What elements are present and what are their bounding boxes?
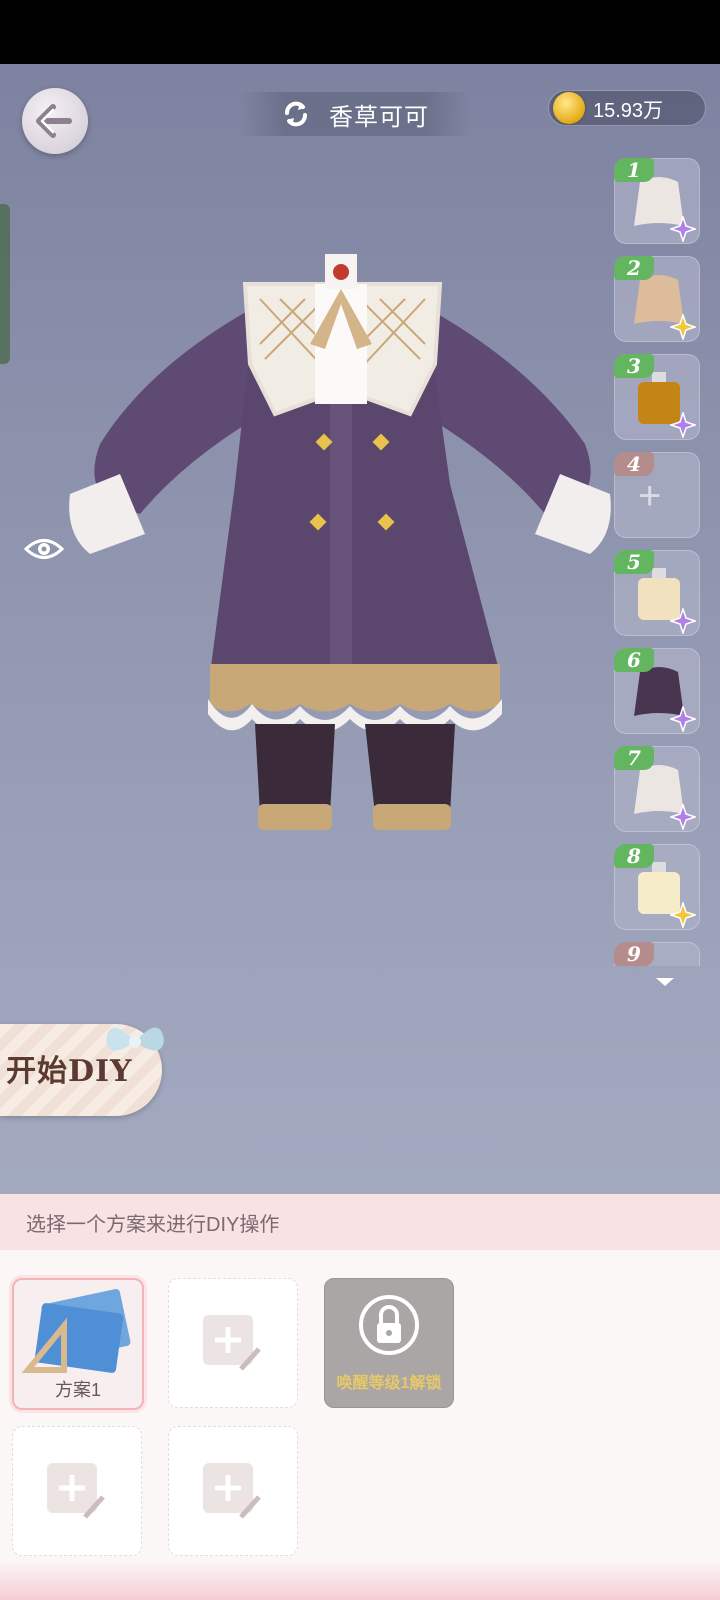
outfit-name: 香草可可 <box>329 103 429 131</box>
item-slot[interactable]: 6 <box>614 648 700 734</box>
yellow-flower-icon <box>670 314 696 340</box>
plan-card-locked[interactable]: 唤醒等级1解锁 <box>324 1278 454 1408</box>
start-diy-button[interactable]: 开始DIY <box>0 1024 164 1116</box>
purple-flower-icon <box>670 706 696 732</box>
slot-number: 4 <box>614 452 654 476</box>
start-diy-label: 开始DIY <box>6 1054 133 1089</box>
plan-card-empty[interactable] <box>168 1426 298 1556</box>
slot-number: 1 <box>614 158 654 182</box>
slot-number: 2 <box>614 256 654 280</box>
add-plan-icon <box>203 1463 261 1519</box>
refresh-icon[interactable] <box>281 99 311 129</box>
yellow-flower-icon <box>670 902 696 928</box>
currency-counter[interactable]: 15.93万 <box>548 90 706 126</box>
panel-header: 选择一个方案来进行DIY操作 <box>0 1194 720 1250</box>
item-slot-column[interactable]: 1 2 3 + 4 5 6 7 8 9 <box>612 158 702 966</box>
eye-icon[interactable] <box>24 534 64 564</box>
plan-card-1[interactable]: 方案1 <box>12 1278 144 1410</box>
outfit-preview-scene: 香草可可 15.93万 1 2 3 + 4 5 6 7 8 9 开始DIY <box>0 64 720 1194</box>
back-button[interactable] <box>22 88 88 154</box>
item-slot[interactable]: 1 <box>614 158 700 244</box>
plan-card-empty[interactable] <box>12 1426 142 1556</box>
bottom-decoration <box>0 1560 720 1600</box>
scroll-down-icon[interactable] <box>656 978 674 986</box>
purple-flower-icon <box>670 608 696 634</box>
add-plan-icon <box>203 1315 261 1371</box>
slot-number: 6 <box>614 648 654 672</box>
plus-icon: + <box>638 474 662 518</box>
item-slot[interactable]: 8 <box>614 844 700 930</box>
slot-number: 8 <box>614 844 654 868</box>
purple-flower-icon <box>670 804 696 830</box>
item-slot[interactable]: 2 <box>614 256 700 342</box>
purple-flower-icon <box>670 412 696 438</box>
plan-panel: 选择一个方案来进行DIY操作 方案1 唤醒等级1解锁 <box>0 1194 720 1600</box>
add-plan-icon <box>47 1463 105 1519</box>
slot-number: 3 <box>614 354 654 378</box>
arrow-left-icon <box>36 104 72 138</box>
side-tab[interactable] <box>0 204 10 364</box>
item-slot[interactable]: 3 <box>614 354 700 440</box>
status-bar <box>0 0 720 64</box>
item-slot[interactable]: 5 <box>614 550 700 636</box>
item-slot[interactable]: 7 <box>614 746 700 832</box>
unlock-requirement: 唤醒等级1解锁 <box>336 1375 442 1392</box>
item-slot[interactable]: 9 <box>614 942 700 966</box>
slot-number: 5 <box>614 550 654 574</box>
outfit-model <box>69 254 611 830</box>
coin-amount: 15.93万 <box>593 99 664 122</box>
slot-number: 7 <box>614 746 654 770</box>
slot-number: 9 <box>614 942 654 966</box>
item-slot-empty[interactable]: + 4 <box>614 452 700 538</box>
plan-card-empty[interactable] <box>168 1278 298 1408</box>
panel-hint: 选择一个方案来进行DIY操作 <box>26 1213 280 1236</box>
purple-flower-icon <box>670 216 696 242</box>
lock-icon <box>359 1295 419 1355</box>
plan-label: 方案1 <box>54 1380 101 1400</box>
blueprint-icon <box>21 1289 131 1373</box>
outfit-title-bar[interactable]: 香草可可 <box>240 92 470 136</box>
gold-coin-icon <box>553 92 585 124</box>
